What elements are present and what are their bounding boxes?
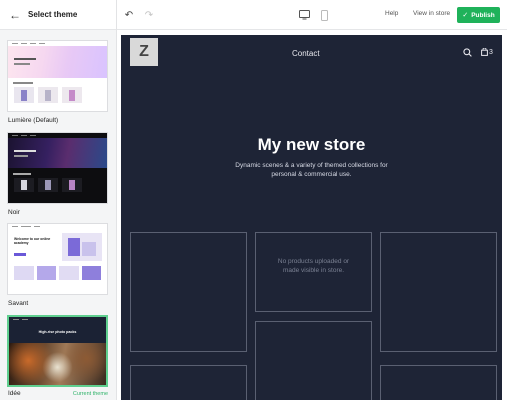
cart-button[interactable]: 3	[481, 48, 493, 56]
hero-title: My new store	[257, 135, 366, 154]
redo-icon[interactable]: ↷	[142, 8, 156, 22]
product-placeholder	[255, 321, 372, 400]
theme-card-lumiere[interactable]	[7, 40, 108, 112]
view-in-store-link[interactable]: View in store	[413, 10, 450, 17]
undo-icon[interactable]: ↶	[122, 8, 136, 22]
desktop-view-icon[interactable]	[297, 8, 311, 22]
theme-preview-image	[9, 343, 106, 385]
product-placeholder	[130, 232, 247, 352]
store-preview[interactable]: Z Contact 3 My new store Dynamic scenes …	[121, 35, 502, 400]
mobile-view-icon[interactable]	[317, 8, 331, 22]
theme-card-noir[interactable]	[7, 132, 108, 204]
current-theme-badge: Current theme	[72, 391, 108, 397]
theme-preview-hero	[8, 138, 107, 168]
theme-card-savant[interactable]: Welcome to our online academy	[7, 223, 108, 295]
app-root: ← Select theme Lumière (Default) Noir We…	[0, 0, 507, 400]
publish-button[interactable]: ✓ Publish	[457, 7, 500, 23]
theme-name-savant: Savant	[8, 300, 29, 307]
sidebar-title: Select theme	[28, 10, 78, 19]
theme-preview-products	[8, 84, 107, 106]
theme-preview-hero	[8, 46, 107, 78]
theme-preview-headline: Welcome to our online academy	[14, 237, 51, 245]
theme-sidebar: ← Select theme Lumière (Default) Noir We…	[0, 0, 117, 400]
theme-preview-headline: High-rise photo packs	[38, 330, 77, 334]
product-placeholder	[380, 365, 497, 400]
cart-count: 3	[489, 48, 493, 56]
theme-name-lumiere: Lumière (Default)	[8, 117, 59, 124]
theme-preview-products	[8, 263, 107, 283]
publish-label: Publish	[471, 11, 495, 19]
preview-canvas: Z Contact 3 My new store Dynamic scenes …	[117, 30, 507, 400]
cart-icon	[481, 48, 488, 56]
theme-preview-products	[8, 175, 107, 195]
product-placeholder	[130, 365, 247, 400]
hero-subtitle: Dynamic scenes & a variety of themed col…	[235, 162, 388, 178]
help-link[interactable]: Help	[385, 10, 398, 17]
check-icon: ✓	[462, 12, 469, 19]
theme-name-idee: Idée	[8, 390, 21, 397]
back-arrow-icon[interactable]: ←	[8, 8, 22, 22]
top-toolbar: ↶ ↷ Help View in store ✓ Publish	[117, 0, 507, 30]
sidebar-header: ← Select theme	[0, 0, 116, 30]
search-icon[interactable]	[463, 48, 472, 59]
mini-nav	[9, 317, 106, 322]
theme-card-idee[interactable]: High-rise photo packs	[7, 315, 108, 387]
store-logo[interactable]: Z	[130, 38, 158, 66]
empty-products-message: No products uploaded or made visible in …	[277, 258, 350, 274]
product-placeholder	[380, 232, 497, 352]
product-placeholder: No products uploaded or made visible in …	[255, 232, 372, 312]
theme-preview-hero: Welcome to our online academy	[8, 229, 107, 263]
nav-link-contact[interactable]: Contact	[292, 49, 320, 58]
theme-name-noir: Noir	[8, 209, 20, 216]
